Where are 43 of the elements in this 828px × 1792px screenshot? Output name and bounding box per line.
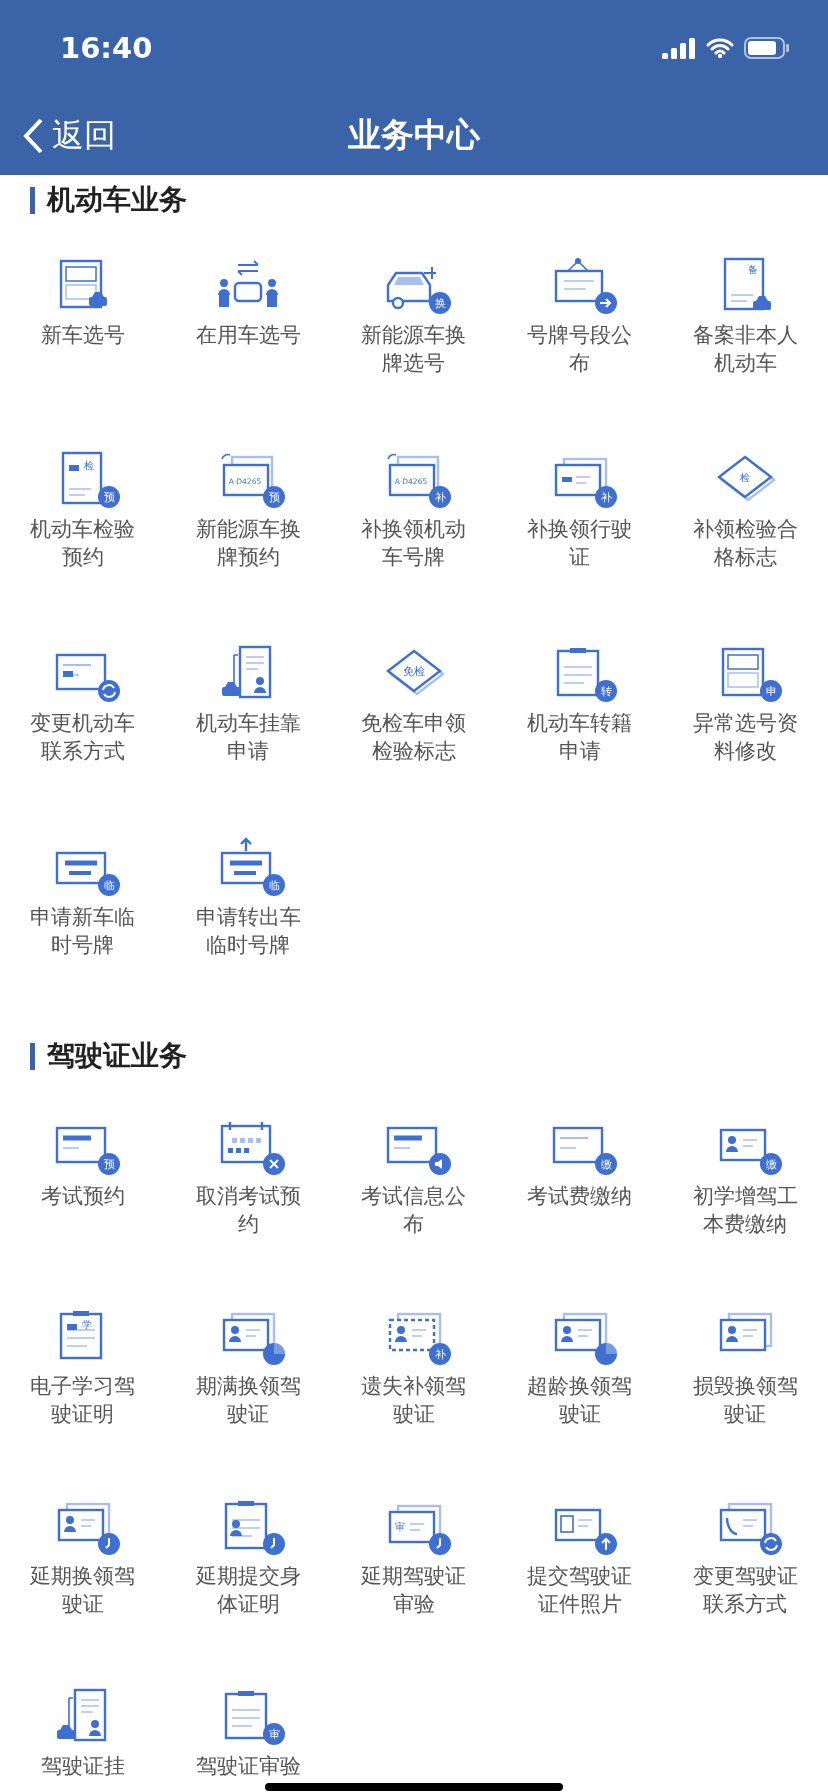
service-item[interactable]: 换 新能源车换牌选号 bbox=[331, 239, 497, 433]
wifi-icon bbox=[706, 37, 734, 59]
service-item[interactable]: 补 遗失补领驾驶证 bbox=[331, 1290, 497, 1480]
service-item[interactable]: 变更驾驶证联系方式 bbox=[662, 1480, 828, 1670]
service-item[interactable]: 超龄换领驾驶证 bbox=[496, 1290, 663, 1480]
service-item[interactable]: 补 补换领行驶证 bbox=[496, 433, 663, 627]
service-item[interactable]: 期满换领驾驶证 bbox=[165, 1290, 332, 1480]
service-item[interactable]: 申 异常选号资料修改 bbox=[662, 627, 828, 821]
service-item[interactable]: 机动车挂靠申请 bbox=[165, 627, 332, 821]
service-item[interactable]: 延期换领驾驶证 bbox=[0, 1480, 166, 1670]
back-button[interactable]: 返回 bbox=[22, 113, 116, 158]
service-item[interactable]: 预 考试预约 bbox=[0, 1100, 166, 1290]
service-item[interactable]: 驾驶证挂 bbox=[0, 1670, 166, 1792]
service-item[interactable]: 审 延期驾驶证审验 bbox=[331, 1480, 497, 1670]
service-item[interactable]: 转 机动车转籍申请 bbox=[496, 627, 663, 821]
section-marker bbox=[30, 186, 35, 214]
service-item[interactable]: 学 电子学习驾驶证明 bbox=[0, 1290, 166, 1480]
service-item[interactable]: 审 驾驶证审验 bbox=[165, 1670, 332, 1792]
service-item[interactable]: 临 申请转出车临时号牌 bbox=[165, 821, 332, 1015]
section-title: 驾驶证业务 bbox=[47, 1038, 187, 1074]
status-time: 16:40 bbox=[60, 31, 153, 65]
section-marker bbox=[30, 1042, 35, 1070]
service-item[interactable]: 缴 考试费缴纳 bbox=[496, 1100, 663, 1290]
service-item[interactable]: 考试信息公布 bbox=[331, 1100, 497, 1290]
battery-icon bbox=[744, 36, 790, 60]
service-item[interactable]: 变更机动车联系方式 bbox=[0, 627, 166, 821]
section-title: 机动车业务 bbox=[47, 182, 187, 218]
service-item[interactable]: 临 申请新车临时号牌 bbox=[0, 821, 166, 1015]
service-item[interactable]: 在用车选号 bbox=[165, 239, 332, 433]
service-item[interactable]: 提交驾驶证证件照片 bbox=[496, 1480, 663, 1670]
service-item[interactable]: 检 预 机动车检验预约 bbox=[0, 433, 166, 627]
service-item[interactable]: 新车选号 bbox=[0, 239, 166, 433]
service-item[interactable]: 损毁换领驾驶证 bbox=[662, 1290, 828, 1480]
service-item[interactable]: 缴 初学增驾工本费缴纳 bbox=[662, 1100, 828, 1290]
signal-icon bbox=[662, 37, 696, 59]
service-item[interactable]: 号牌号段公布 bbox=[496, 239, 663, 433]
page-title: 业务中心 bbox=[348, 114, 480, 156]
service-item[interactable]: 延期提交身体证明 bbox=[165, 1480, 332, 1670]
chevron-icon bbox=[22, 116, 44, 155]
service-item[interactable]: 备 备案非本人机动车 bbox=[662, 239, 828, 433]
service-item[interactable]: 取消考试预约 bbox=[165, 1100, 332, 1290]
service-item[interactable]: 检 补领检验合格标志 bbox=[662, 433, 828, 627]
service-item[interactable]: 免检 免检车申领检验标志 bbox=[331, 627, 497, 821]
